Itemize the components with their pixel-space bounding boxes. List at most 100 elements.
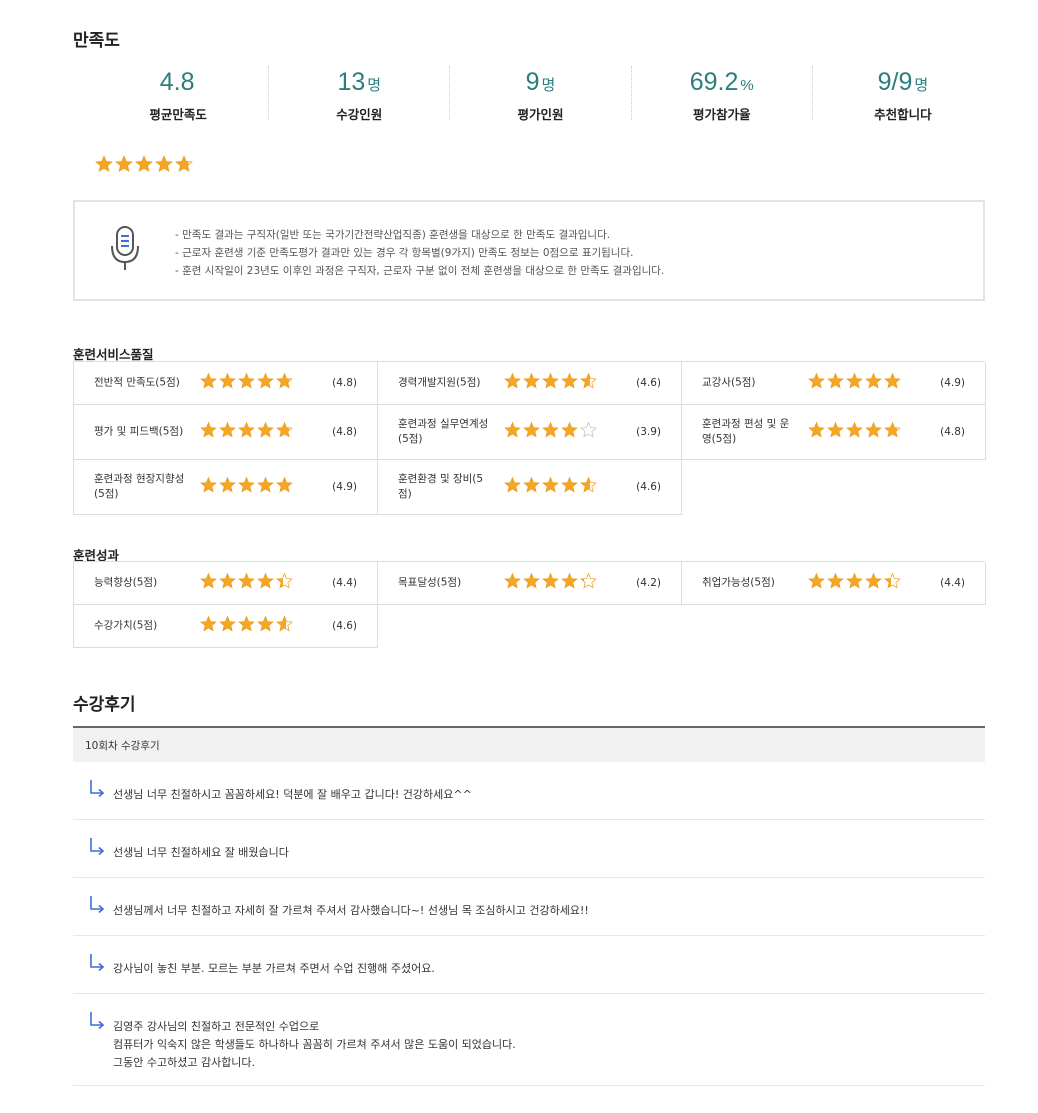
star-icon: [200, 572, 217, 594]
reply-arrow-icon: [88, 837, 106, 861]
reply-arrow-icon: [88, 895, 106, 919]
star-icon: [276, 572, 293, 594]
star-icon: [580, 421, 597, 443]
star-icon: [504, 372, 521, 394]
stat-label: 수강인원: [336, 107, 383, 122]
star-icon: [175, 155, 193, 177]
star-icon: [257, 615, 274, 637]
rating-cell: 전반적 만족도(5점) (4.8): [74, 362, 378, 405]
rating-score: (4.9): [332, 481, 357, 493]
rating-stars: [808, 572, 901, 594]
star-icon: [580, 372, 597, 394]
rating-stars: [808, 372, 901, 394]
review-session-header: 10회차 수강후기: [73, 728, 985, 762]
empty-cell: [682, 604, 986, 647]
star-icon: [561, 476, 578, 498]
rating-label: 교강사(5점): [702, 376, 756, 389]
rating-cell: 취업가능성(5점) (4.4): [682, 562, 986, 605]
star-icon: [884, 372, 901, 394]
review-line: 그동안 수고하셨고 감사합니다.: [113, 1056, 256, 1069]
rating-label: 수강가치(5점): [94, 619, 158, 632]
reply-arrow-icon: [88, 779, 106, 803]
reply-arrow-icon: [88, 953, 106, 977]
empty-cell: [682, 459, 986, 514]
star-icon: [827, 421, 844, 443]
star-icon: [884, 572, 901, 594]
star-icon: [523, 421, 540, 443]
star-icon: [200, 372, 217, 394]
review-line: 선생님 너무 친절하시고 꼼꼼하세요! 덕분에 잘 배우고 갑니다! 건강하세요…: [113, 788, 472, 801]
star-icon: [523, 476, 540, 498]
star-icon: [846, 421, 863, 443]
star-icon: [846, 372, 863, 394]
star-icon: [808, 421, 825, 443]
rating-stars: [504, 372, 597, 394]
review-list: 10회차 수강후기 선생님 너무 친절하시고 꼼꼼하세요! 덕분에 잘 배우고 …: [73, 726, 985, 1086]
rating-score: (4.4): [332, 577, 357, 589]
stat-value: 4.8: [159, 68, 195, 96]
star-icon: [504, 572, 521, 594]
review-line: 강사님이 놓친 부분. 모르는 부분 가르쳐 주면서 수업 진행해 주셨어요.: [113, 962, 435, 975]
rating-score: (4.6): [636, 377, 661, 389]
rating-stars: [504, 421, 597, 443]
stat-participation-rate: 69.2% 평가참가율: [630, 66, 812, 122]
rating-label: 전반적 만족도(5점): [94, 376, 180, 389]
rating-score: (4.8): [332, 426, 357, 438]
star-icon: [808, 572, 825, 594]
rating-stars: [200, 476, 293, 498]
star-icon: [276, 615, 293, 637]
star-icon: [276, 476, 293, 498]
rating-score: (4.9): [940, 377, 965, 389]
star-icon: [219, 372, 236, 394]
rating-stars: [200, 372, 293, 394]
rating-score: (4.6): [332, 620, 357, 632]
rating-score: (4.4): [940, 577, 965, 589]
rating-label: 목표달성(5점): [398, 576, 462, 589]
star-icon: [504, 476, 521, 498]
star-icon: [884, 421, 901, 443]
notice-box: - 만족도 결과는 구직자(일반 또는 국가기간전략산업직종) 훈련생을 대상으…: [73, 200, 985, 301]
review-item: 선생님 너무 친절하시고 꼼꼼하세요! 덕분에 잘 배우고 갑니다! 건강하세요…: [73, 762, 985, 820]
star-icon: [219, 615, 236, 637]
review-item: 강사님이 놓친 부분. 모르는 부분 가르쳐 주면서 수업 진행해 주셨어요.: [73, 936, 985, 994]
star-icon: [238, 476, 255, 498]
rating-cell: 훈련과정 편성 및 운영(5점) (4.8): [682, 405, 986, 460]
stat-recommend: 9/9 명 추천합니다: [811, 66, 993, 122]
rating-label: 취업가능성(5점): [702, 576, 775, 589]
satisfaction-title: 만족도: [73, 31, 120, 51]
stat-value: 9: [525, 68, 540, 96]
rating-score: (4.6): [636, 481, 661, 493]
star-icon: [219, 421, 236, 443]
rating-stars: [504, 476, 597, 498]
star-icon: [257, 421, 274, 443]
star-icon: [135, 155, 153, 177]
review-line: 컴퓨터가 익숙지 않은 학생들도 하나하나 꼼꼼히 가르쳐 주셔서 많은 도움이…: [113, 1038, 516, 1051]
star-icon: [219, 476, 236, 498]
microphone-icon: [107, 224, 143, 276]
stat-unit: %: [740, 77, 754, 94]
review-line: 김영주 강사님의 친절하고 전문적인 수업으로: [113, 1020, 320, 1033]
stat-avg-satisfaction: 4.8 평균만족도: [88, 66, 268, 122]
review-item: 선생님 너무 친절하세요 잘 배웠습니다: [73, 820, 985, 878]
star-icon: [561, 421, 578, 443]
review-item: 선생님께서 너무 친절하고 자세히 잘 가르쳐 주셔서 감사했습니다~! 선생님…: [73, 878, 985, 936]
rating-label: 평가 및 피드백(5점): [94, 425, 184, 438]
rating-stars: [504, 572, 597, 594]
star-icon: [561, 572, 578, 594]
star-icon: [561, 372, 578, 394]
stat-label: 추천합니다: [874, 107, 932, 122]
rating-cell: 훈련과정 실무연계성(5점) (3.9): [378, 405, 682, 460]
star-icon: [276, 372, 293, 394]
star-icon: [846, 572, 863, 594]
star-icon: [238, 372, 255, 394]
star-icon: [865, 572, 882, 594]
star-icon: [523, 372, 540, 394]
rating-score: (4.8): [940, 426, 965, 438]
rating-cell: 능력향상(5점) (4.4): [74, 562, 378, 605]
service-quality-grid: 전반적 만족도(5점) (4.8) 경력개발지원(5점) (4.6) 교강사(5…: [73, 361, 986, 515]
star-icon: [865, 372, 882, 394]
notice-line: - 훈련 시작일이 23년도 이후인 과정은 구직자, 근로자 구분 없이 전체…: [175, 265, 665, 277]
stat-unit: 명: [914, 77, 929, 94]
rating-cell: 교강사(5점) (4.9): [682, 362, 986, 405]
star-icon: [542, 476, 559, 498]
